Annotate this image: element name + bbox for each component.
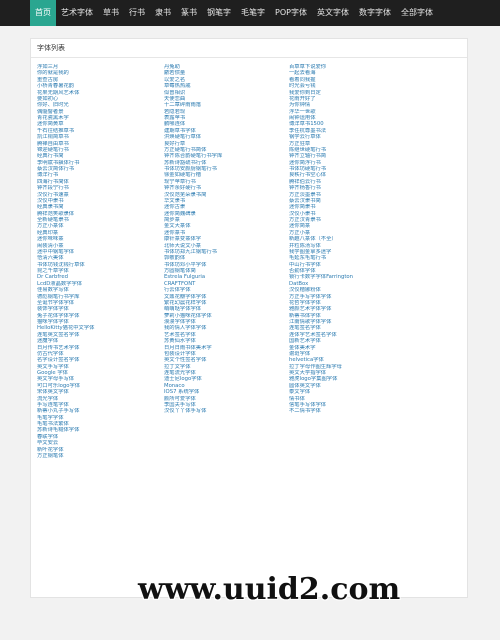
nav-item-2[interactable]: 艺术字体 (56, 0, 98, 26)
font-column-2: 丹兔助 麝若惯量 以爱之名 草莓热热戚 似曾相识 天使恋曲 十二章碎雨雨落 若隐若现 表露苹书鹏… (164, 64, 289, 415)
nav-item-1[interactable]: 首页 (30, 0, 56, 26)
nav-item-12[interactable]: 全部字体 (396, 0, 438, 26)
font-column-3: 百草草下说爱你 一起去看海 看着同我握 时光会亏钱 我爱你到日定 花雨开好了 为你钟情 浮华一… (289, 64, 414, 415)
nav-item-6[interactable]: 篆书 (176, 0, 202, 26)
font-link[interactable]: 方正钢笔体 (37, 453, 162, 459)
nav-item-9[interactable]: POP字体 (270, 0, 312, 26)
nav-item-11[interactable]: 数字字体 (354, 0, 396, 26)
font-link[interactable]: 不二情书字体 (289, 408, 414, 414)
font-column-1: 浮如三月 你的就是我的 重查古房 小桥青春暑花韵 花果无期风艺术体 要如初心 你好、旧时光偶… (37, 64, 162, 459)
nav-item-8[interactable]: 毛笔字 (236, 0, 270, 26)
top-navbar: 首页 艺术字体 草书 行书 隶书 篆书 钢笔字 毛笔字 POP字体 英文字体 数字字体 全部字体 (0, 0, 500, 26)
nav-item-3[interactable]: 草书 (98, 0, 124, 26)
font-link[interactable]: 汉仪丫丫体手写体 (164, 408, 289, 414)
nav-item-10[interactable]: 英文字体 (312, 0, 354, 26)
nav-item-5[interactable]: 隶书 (150, 0, 176, 26)
font-list-columns: 浮如三月 你的就是我的 重查古房 小桥青春暑花韵 花果无期风艺术体 要如初心 你好、旧时光偶… (37, 64, 461, 597)
nav-item-4[interactable]: 行书 (124, 0, 150, 26)
font-list-panel: 字体列表 浮如三月 你的就是我的 重查古房 小桥青春暑花韵 花果无期风艺术体 要如初心 你好… (30, 38, 468, 598)
site-watermark: www.uuid2.com (138, 572, 401, 607)
nav-item-7[interactable]: 钢笔字 (202, 0, 236, 26)
panel-title: 字体列表 (31, 39, 467, 58)
